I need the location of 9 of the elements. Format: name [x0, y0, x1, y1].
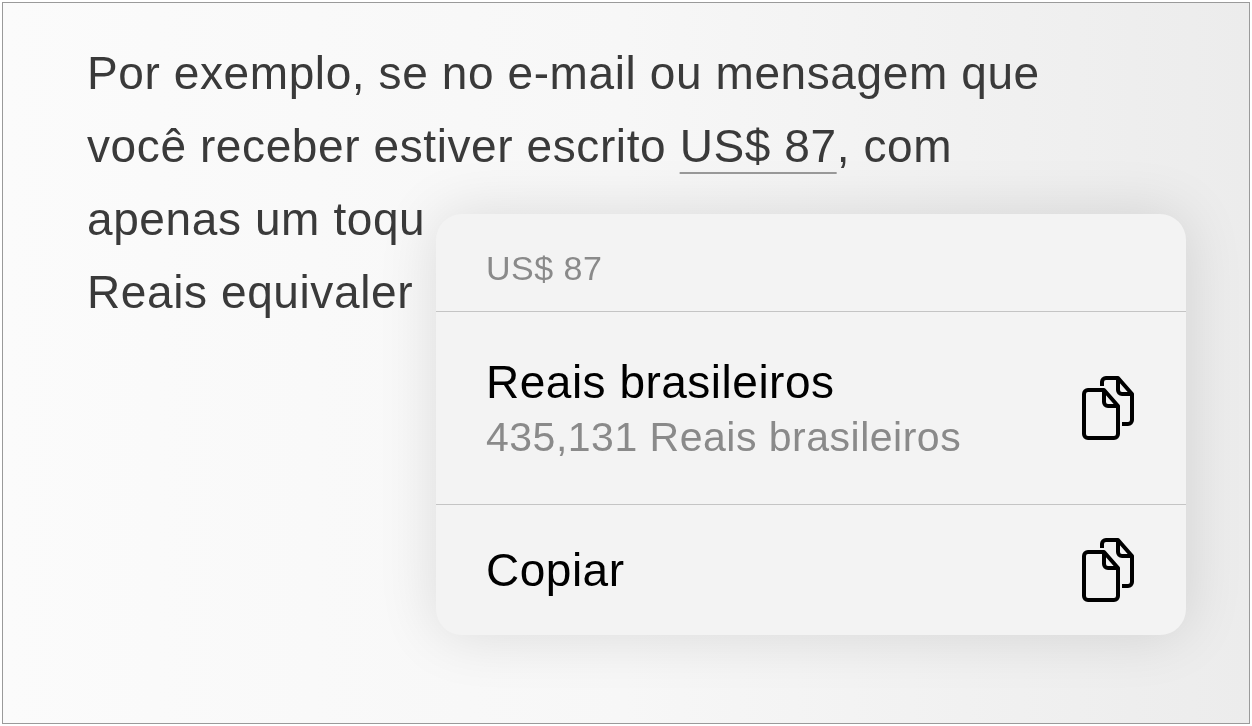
copy-icon [1082, 376, 1136, 440]
menu-item-title: Copiar [486, 543, 625, 598]
menu-item[interactable]: Reais brasileiros 435,131 Reais brasileiros [436, 312, 1186, 505]
menu-header: US$ 87 [486, 248, 603, 288]
menu-item-subtitle: 435,131 Reais brasileiros [486, 413, 962, 462]
copy-icon [1082, 538, 1136, 602]
menu-item[interactable]: Copiar [436, 505, 1186, 635]
menu-item-title: Reais brasileiros [486, 355, 836, 410]
detected-link[interactable]: US$ 87 [679, 120, 837, 172]
